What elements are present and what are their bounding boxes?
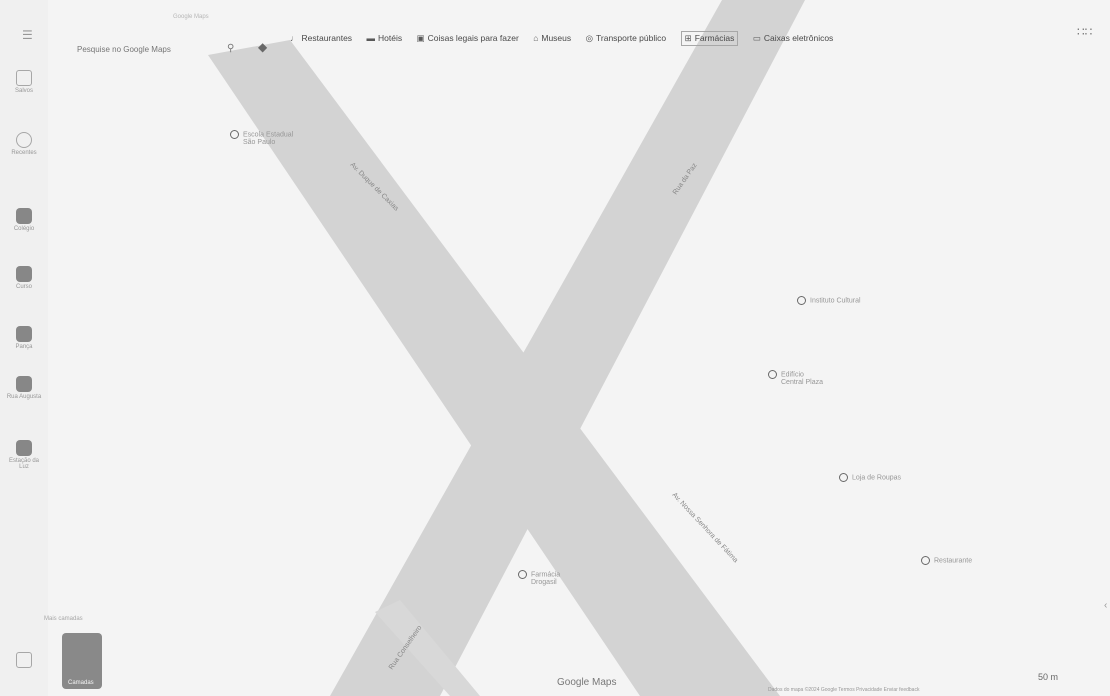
chip-label: Museus — [541, 33, 572, 43]
chip-museums[interactable]: ⌂ Museus — [533, 33, 571, 43]
search-hint: Google Maps — [173, 14, 209, 20]
left-sidebar: ☰ Salvos Recentes Colégio Curso Pança Ru… — [0, 0, 48, 696]
sidebar-item-place[interactable]: Rua Augusta — [4, 376, 44, 400]
poi-label: Loja de Roupas — [852, 474, 902, 482]
pin-icon — [921, 556, 930, 565]
poi-marker[interactable]: Instituto Cultural — [797, 296, 861, 313]
poi-label: Restaurante — [934, 557, 973, 565]
chip-hotels[interactable]: ▬ Hotéis — [367, 33, 403, 43]
chip-transit[interactable]: ◎ Transporte público — [586, 33, 667, 44]
pin-icon — [797, 296, 806, 305]
sidebar-item-saved[interactable]: Salvos — [4, 70, 44, 94]
camera-icon: ▣ — [416, 33, 425, 43]
sidebar-item-label: Curso — [15, 284, 32, 290]
poi-marker[interactable]: Escola Estadual São Paulo — [230, 130, 293, 147]
atm-icon: ▭ — [752, 33, 761, 43]
chip-label: Caixas eletrônicos — [763, 33, 834, 43]
sidebar-item-place[interactable]: Pança — [4, 326, 44, 350]
layers-hint: Mais camadas — [44, 616, 83, 622]
poi-label: Farmácia — [531, 571, 561, 579]
poi-marker[interactable]: Edifício Central Plaza — [768, 370, 823, 387]
pharmacy-icon: ⊞ — [684, 33, 692, 43]
fork-knife-icon: ♩ — [290, 33, 299, 43]
place-thumbnail — [16, 440, 32, 456]
sidebar-item-place[interactable]: Estação da Luz — [4, 440, 44, 470]
bed-icon: ▬ — [366, 33, 376, 43]
chip-atms[interactable]: ▭ Caixas eletrônicos — [753, 33, 833, 44]
road-diagonal-2[interactable] — [330, 0, 805, 696]
zoom-control-icon[interactable]: ‹ — [1104, 600, 1107, 611]
chip-things-to-do[interactable]: ▣ Coisas legais para fazer — [417, 33, 519, 44]
layers-button[interactable]: Camadas — [62, 633, 102, 689]
place-thumbnail — [16, 326, 32, 342]
sidebar-item-label: Colégio — [13, 226, 35, 232]
category-chips: ♩ Restaurantes ▬ Hotéis ▣ Coisas legais par… — [290, 28, 843, 46]
pin-icon — [839, 473, 848, 482]
sidebar-item-label: Salvos — [14, 88, 33, 94]
footer-links[interactable]: Dados do mapa ©2024 Google Termos Privac… — [768, 687, 919, 693]
pin-icon — [768, 370, 777, 379]
poi-marker[interactable]: Restaurante — [921, 556, 972, 573]
poi-sublabel: São Paulo — [243, 139, 276, 147]
pin-icon — [518, 570, 527, 579]
search-icon[interactable]: ⚲ — [227, 43, 234, 54]
map-canvas[interactable]: Av. Duque de Caxias Rua da Paz Av. Nossa… — [0, 0, 1110, 696]
transit-icon: ◎ — [585, 33, 594, 43]
directions-icon[interactable]: ◆ — [258, 40, 267, 54]
chip-label: Hotéis — [378, 33, 403, 43]
poi-marker[interactable]: Farmácia Drogasil — [518, 570, 560, 587]
sidebar-item-recent[interactable]: Recentes — [4, 132, 44, 156]
poi-marker[interactable]: Loja de Roupas — [839, 473, 901, 490]
layers-label: Camadas — [68, 680, 94, 686]
sidebar-item-label: Recentes — [11, 150, 37, 156]
poi-label: Edifício — [781, 371, 804, 379]
search-input[interactable] — [75, 44, 199, 55]
sidebar-item-label: Rua Augusta — [6, 394, 42, 400]
chip-label: Farmácias — [694, 33, 735, 43]
chip-label: Transporte público — [596, 33, 667, 43]
bookmark-icon — [16, 70, 32, 86]
sidebar-item-place[interactable]: Colégio — [4, 208, 44, 232]
sidebar-item-more[interactable] — [4, 652, 44, 670]
phone-icon — [16, 652, 32, 668]
sidebar-item-place[interactable]: Curso — [4, 266, 44, 290]
menu-icon[interactable]: ☰ — [22, 28, 33, 42]
history-icon — [16, 132, 32, 148]
chip-label: Coisas legais para fazer — [427, 33, 519, 43]
google-maps-logo: Google Maps — [557, 677, 617, 688]
place-thumbnail — [16, 376, 32, 392]
scale-bar: 50 m — [1038, 672, 1059, 682]
chip-label: Restaurantes — [301, 33, 353, 43]
poi-sublabel: Central Plaza — [781, 379, 824, 387]
chip-pharmacies[interactable]: ⊞ Farmácias — [680, 31, 739, 46]
chip-restaurants[interactable]: ♩ Restaurantes — [290, 33, 352, 43]
place-thumbnail — [16, 266, 32, 282]
pin-icon — [230, 130, 239, 139]
search-box: Google Maps ⚲ ◆ — [55, 14, 267, 55]
sidebar-item-label: Estação da Luz — [8, 458, 40, 470]
museum-icon: ⌂ — [533, 33, 539, 43]
poi-label: Instituto Cultural — [810, 297, 861, 305]
poi-sublabel: Drogasil — [531, 579, 557, 587]
place-thumbnail — [16, 208, 32, 224]
poi-label: Escola Estadual — [243, 131, 294, 139]
apps-grid-icon[interactable]: ∷∷ — [1077, 25, 1092, 39]
sidebar-item-label: Pança — [15, 344, 33, 350]
street-label: Av. Nossa Senhora de Fátima — [671, 492, 739, 565]
